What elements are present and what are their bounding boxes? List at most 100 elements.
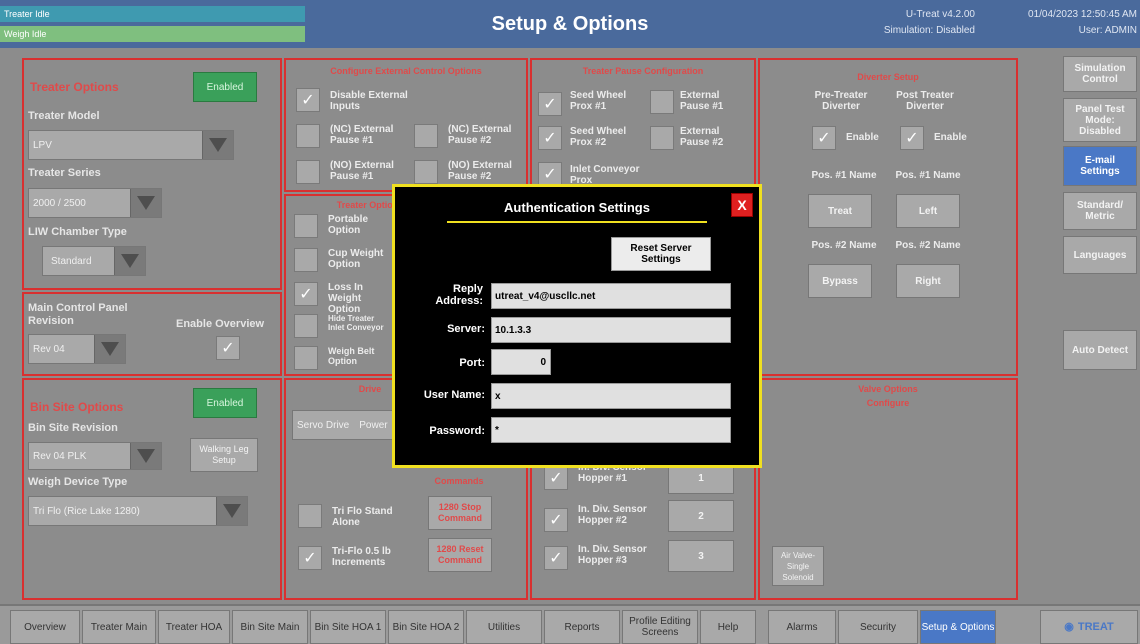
close-icon[interactable]: X (731, 193, 753, 217)
weigh-belt-checkbox[interactable] (294, 346, 318, 370)
ext-pause2-checkbox[interactable] (650, 126, 674, 150)
checkmark-icon: ✓ (549, 550, 563, 567)
nav-alarms[interactable]: Alarms (768, 610, 836, 644)
nc-pause2-checkbox[interactable] (414, 124, 438, 148)
seed-wheel1-label: Seed Wheel Prox #1 (570, 90, 627, 112)
loss-in-weight-checkbox[interactable]: ✓ (294, 282, 318, 306)
servo-drive-value: Servo Drive (297, 419, 350, 431)
bin-site-revision-dropdown[interactable]: Rev 04 PLK (28, 442, 162, 470)
nav-help[interactable]: Help (700, 610, 756, 644)
pre-treater-label: Pre-Treater Diverter (814, 90, 868, 112)
auto-detect-button[interactable]: Auto Detect (1063, 330, 1137, 370)
nav-treater-hoa[interactable]: Treater HOA (158, 610, 230, 644)
main-panel-revision-dropdown[interactable]: Rev 04 (28, 334, 126, 364)
liw-chamber-value: Standard (51, 255, 92, 267)
enable-overview-checkbox[interactable]: ✓ (216, 336, 240, 360)
treater-model-dropdown[interactable]: LPV (28, 130, 234, 160)
diverter-title: Diverter Setup (857, 72, 919, 82)
seed-wheel2-checkbox[interactable]: ✓ (538, 126, 562, 150)
disable-external-checkbox[interactable]: ✓ (296, 88, 320, 112)
panel-test-button[interactable]: Panel Test Mode: Disabled (1063, 98, 1137, 142)
nav-bin-site-main[interactable]: Bin Site Main (232, 610, 308, 644)
nav-profile-editing[interactable]: Profile Editing Screens (622, 610, 698, 644)
password-input[interactable]: * (491, 417, 731, 443)
reset-server-settings-button[interactable]: Reset Server Settings (611, 237, 711, 271)
no-pause1-label: (NO) External Pause #1 (330, 160, 394, 182)
chevron-down-icon (114, 247, 145, 275)
inlet-conveyor-checkbox[interactable]: ✓ (538, 162, 562, 186)
chevron-down-icon (130, 443, 161, 469)
username-label: User Name: (423, 389, 485, 401)
seed-wheel1-checkbox[interactable]: ✓ (538, 92, 562, 116)
hopper1-checkbox[interactable]: ✓ (544, 466, 568, 490)
loss-in-weight-label: Loss In Weight Option (328, 282, 364, 315)
server-input[interactable]: 10.1.3.3 (491, 317, 731, 343)
pre-treater-enable-checkbox[interactable]: ✓ (812, 126, 836, 150)
nav-bin-site-hoa2[interactable]: Bin Site HOA 2 (388, 610, 464, 644)
tri-flo-stand-checkbox[interactable] (298, 504, 322, 528)
dialog-title-underline (447, 221, 707, 223)
hide-treater-checkbox[interactable] (294, 314, 318, 338)
simulation-control-button[interactable]: Simulation Control (1063, 56, 1137, 92)
stop-command-button[interactable]: 1280 Stop Command (428, 496, 492, 530)
nav-reports[interactable]: Reports (544, 610, 620, 644)
post-pos1-button[interactable]: Left (896, 194, 960, 228)
main-panel-revision-value: Rev 04 (33, 343, 65, 355)
weigh-device-label: Weigh Device Type (28, 476, 128, 488)
chevron-down-icon (202, 131, 233, 159)
bottom-nav: Overview Treater Main Treater HOA Bin Si… (0, 604, 1140, 644)
cup-weight-checkbox[interactable] (294, 248, 318, 272)
portable-checkbox[interactable] (294, 214, 318, 238)
hopper3-checkbox[interactable]: ✓ (544, 546, 568, 570)
liw-chamber-dropdown[interactable]: Standard (42, 246, 146, 276)
treater-series-value: 2000 / 2500 (33, 197, 86, 209)
user-text: User: ADMIN (1078, 25, 1137, 36)
walking-leg-setup-button[interactable]: Walking Leg Setup (190, 438, 258, 472)
username-input[interactable]: x (491, 383, 731, 409)
post-pos2-button[interactable]: Right (896, 264, 960, 298)
hopper2-button[interactable]: 2 (668, 500, 734, 532)
weigh-device-dropdown[interactable]: Tri Flo (Rice Lake 1280) (28, 496, 248, 526)
nav-treater-main[interactable]: Treater Main (82, 610, 156, 644)
logo-icon: ◉ (1064, 620, 1074, 633)
hopper3-button[interactable]: 3 (668, 540, 734, 572)
treater-options-title: Treater Options (30, 80, 119, 94)
tri-flo-increments-checkbox[interactable]: ✓ (298, 546, 322, 570)
nav-utilities[interactable]: Utilities (466, 610, 542, 644)
reply-address-input[interactable]: utreat_v4@uscllc.net (491, 283, 731, 309)
ext-pause1-checkbox[interactable] (650, 90, 674, 114)
password-label: Password: (429, 425, 485, 437)
post-treater-label: Post Treater Diverter (896, 90, 954, 112)
post-treater-enable-checkbox[interactable]: ✓ (900, 126, 924, 150)
treater-series-dropdown[interactable]: 2000 / 2500 (28, 188, 162, 218)
checkmark-icon: ✓ (221, 340, 235, 357)
logo-text: TREAT (1077, 620, 1114, 633)
languages-button[interactable]: Languages (1063, 236, 1137, 274)
nav-security[interactable]: Security (838, 610, 918, 644)
chevron-down-icon (94, 335, 125, 363)
no-pause2-checkbox[interactable] (414, 160, 438, 184)
hopper2-checkbox[interactable]: ✓ (544, 508, 568, 532)
inlet-conveyor-label: Inlet Conveyor Prox (570, 164, 640, 186)
reset-command-button[interactable]: 1280 Reset Command (428, 538, 492, 572)
port-input[interactable]: 0 (491, 349, 551, 375)
checkmark-icon: ✓ (303, 550, 317, 567)
standard-metric-button[interactable]: Standard/ Metric (1063, 192, 1137, 230)
treater-options-enabled-button[interactable]: Enabled (193, 72, 257, 102)
no-pause1-checkbox[interactable] (296, 160, 320, 184)
pre-pos1-button[interactable]: Treat (808, 194, 872, 228)
nc-pause1-checkbox[interactable] (296, 124, 320, 148)
servo-drive-dropdown[interactable]: Servo Drive Power (292, 410, 396, 440)
bin-site-revision-label: Bin Site Revision (28, 422, 118, 434)
bin-site-enabled-button[interactable]: Enabled (193, 388, 257, 418)
nav-overview[interactable]: Overview (10, 610, 80, 644)
air-valve-button[interactable]: Air Valve- Single Solenoid (772, 546, 824, 586)
nav-bin-site-hoa1[interactable]: Bin Site HOA 1 (310, 610, 386, 644)
version-text: U-Treat v4.2.00 (905, 9, 975, 20)
email-settings-button[interactable]: E-mail Settings (1063, 146, 1137, 186)
nav-setup-options[interactable]: Setup & Options (920, 610, 996, 644)
post-pos2-label: Pos. #2 Name (895, 240, 961, 251)
hopper2-label: In. Div. Sensor Hopper #2 (578, 504, 647, 526)
weigh-device-value: Tri Flo (Rice Lake 1280) (33, 505, 140, 517)
pre-pos2-button[interactable]: Bypass (808, 264, 872, 298)
